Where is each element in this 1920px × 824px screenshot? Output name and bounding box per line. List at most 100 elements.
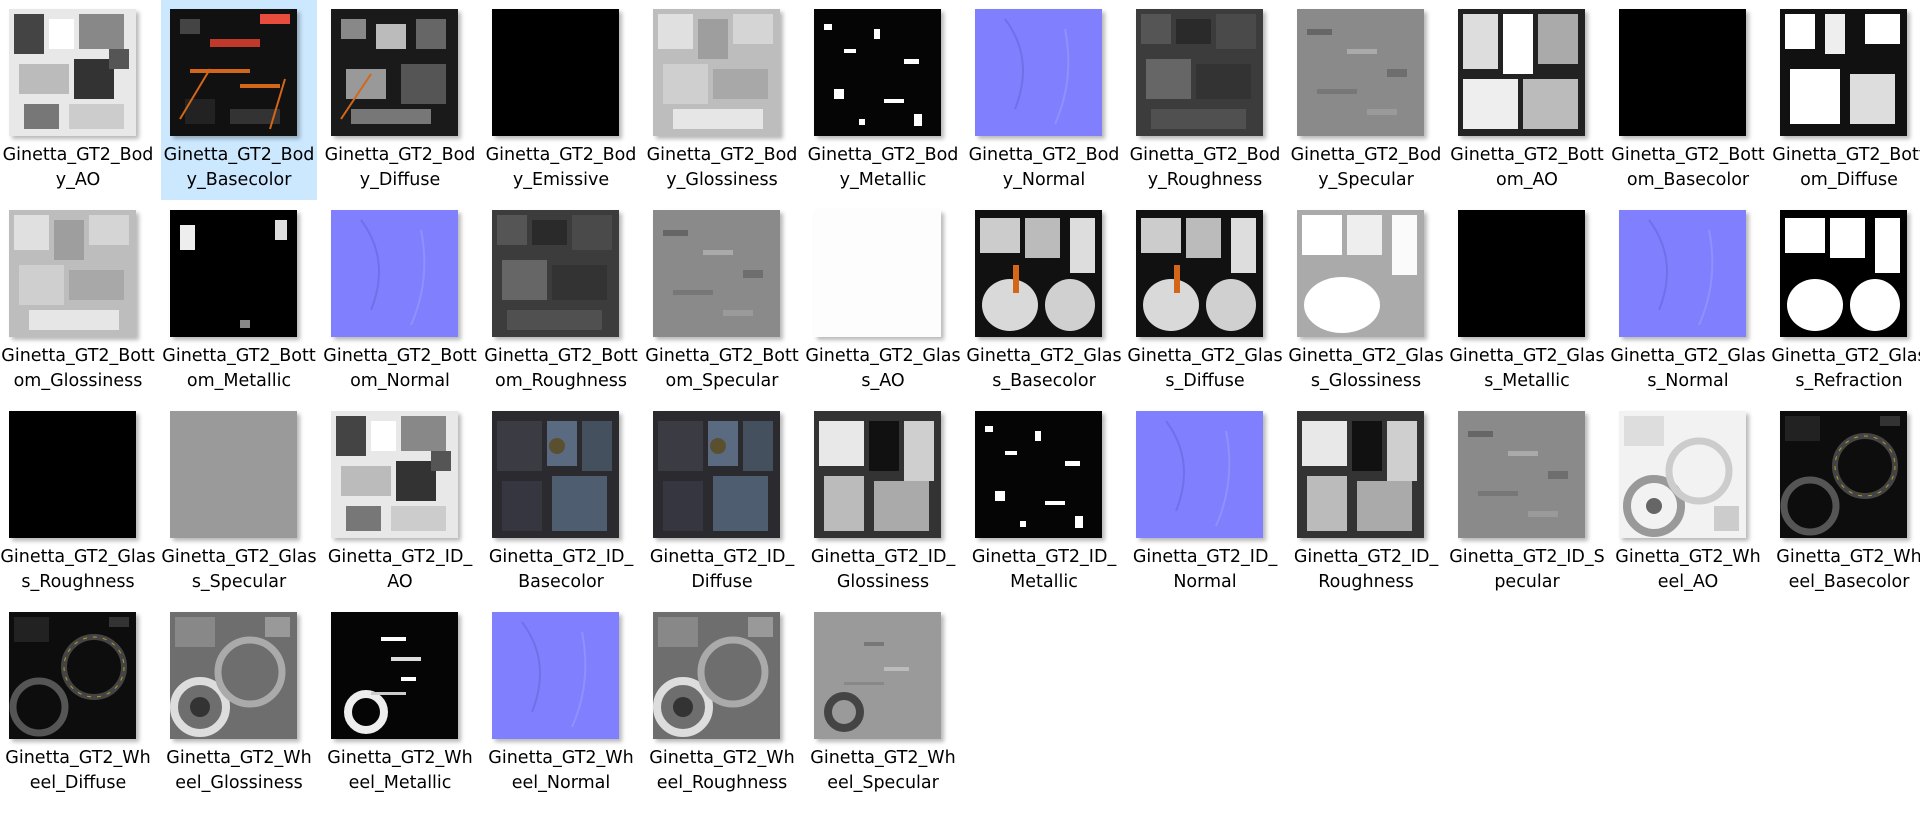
file-item-ginetta-gt2-bottom-basecolor[interactable]: Ginetta_GT2_Bottom_Basecolor (1610, 0, 1766, 200)
file-item-ginetta-gt2-bottom-metallic[interactable]: Ginetta_GT2_Bottom_Metallic (161, 201, 317, 401)
file-item-ginetta-gt2-glass-roughness[interactable]: Ginetta_GT2_Glass_Roughness (0, 402, 156, 602)
file-item-ginetta-gt2-glass-normal[interactable]: Ginetta_GT2_Glass_Normal (1610, 201, 1766, 401)
image-thumbnail (1297, 411, 1424, 538)
file-item-ginetta-gt2-wheel-specular[interactable]: Ginetta_GT2_Wheel_Specular (805, 603, 961, 803)
file-name-label: Ginetta_GT2_ID_Specular (1449, 547, 1605, 592)
file-name-label: Ginetta_GT2_Bottom_Roughness (484, 346, 638, 391)
file-item-ginetta-gt2-id-specular[interactable]: Ginetta_GT2_ID_Specular (1449, 402, 1605, 602)
file-name-label: Ginetta_GT2_Bottom_Basecolor (1611, 145, 1765, 190)
file-item-ginetta-gt2-body-basecolor[interactable]: Ginetta_GT2_Body_Basecolor (161, 0, 317, 200)
image-thumbnail (1619, 411, 1746, 538)
file-name-label: Ginetta_GT2_Body_Emissive (485, 145, 637, 190)
file-item-ginetta-gt2-glass-basecolor[interactable]: Ginetta_GT2_Glass_Basecolor (966, 201, 1122, 401)
file-name-label: Ginetta_GT2_Body_Roughness (1129, 145, 1281, 190)
file-name-label: Ginetta_GT2_ID_Diffuse (649, 547, 795, 592)
file-grid: Ginetta_GT2_Body_AO Ginetta_GT2_Body_Base… (0, 0, 1920, 824)
file-item-ginetta-gt2-body-metallic[interactable]: Ginetta_GT2_Body_Metallic (805, 0, 961, 200)
file-item-ginetta-gt2-id-diffuse[interactable]: Ginetta_GT2_ID_Diffuse (644, 402, 800, 602)
image-thumbnail (331, 9, 458, 136)
image-thumbnail (1619, 210, 1746, 337)
image-thumbnail (492, 411, 619, 538)
file-item-ginetta-gt2-body-roughness[interactable]: Ginetta_GT2_Body_Roughness (1127, 0, 1283, 200)
file-name-label: Ginetta_GT2_Bottom_Normal (323, 346, 477, 391)
file-name-label: Ginetta_GT2_Body_AO (2, 145, 154, 190)
image-thumbnail (1136, 210, 1263, 337)
image-thumbnail (492, 612, 619, 739)
file-name-label: Ginetta_GT2_Wheel_Diffuse (5, 748, 151, 793)
file-item-ginetta-gt2-glass-ao[interactable]: Ginetta_GT2_Glass_AO (805, 201, 961, 401)
file-item-ginetta-gt2-wheel-normal[interactable]: Ginetta_GT2_Wheel_Normal (483, 603, 639, 803)
image-thumbnail (653, 210, 780, 337)
file-item-ginetta-gt2-bottom-specular[interactable]: Ginetta_GT2_Bottom_Specular (644, 201, 800, 401)
file-item-ginetta-gt2-id-roughness[interactable]: Ginetta_GT2_ID_Roughness (1288, 402, 1444, 602)
file-item-ginetta-gt2-bottom-normal[interactable]: Ginetta_GT2_Bottom_Normal (322, 201, 478, 401)
file-item-ginetta-gt2-id-normal[interactable]: Ginetta_GT2_ID_Normal (1127, 402, 1283, 602)
file-item-ginetta-gt2-glass-refraction[interactable]: Ginetta_GT2_Glass_Refraction (1771, 201, 1920, 401)
file-name-label: Ginetta_GT2_Body_Basecolor (163, 145, 315, 190)
image-thumbnail (1780, 210, 1907, 337)
file-item-ginetta-gt2-id-ao[interactable]: Ginetta_GT2_ID_AO (322, 402, 478, 602)
image-thumbnail (331, 411, 458, 538)
file-name-label: Ginetta_GT2_Wheel_Roughness (649, 748, 795, 793)
image-thumbnail (814, 612, 941, 739)
image-thumbnail (975, 210, 1102, 337)
file-item-ginetta-gt2-body-ao[interactable]: Ginetta_GT2_Body_AO (0, 0, 156, 200)
file-item-ginetta-gt2-glass-glossiness[interactable]: Ginetta_GT2_Glass_Glossiness (1288, 201, 1444, 401)
file-item-ginetta-gt2-id-metallic[interactable]: Ginetta_GT2_ID_Metallic (966, 402, 1122, 602)
image-thumbnail (1780, 411, 1907, 538)
file-name-label: Ginetta_GT2_Body_Normal (968, 145, 1120, 190)
file-name-label: Ginetta_GT2_Wheel_Basecolor (1776, 547, 1920, 592)
image-thumbnail (492, 210, 619, 337)
image-thumbnail (1297, 9, 1424, 136)
file-item-ginetta-gt2-glass-metallic[interactable]: Ginetta_GT2_Glass_Metallic (1449, 201, 1605, 401)
file-name-label: Ginetta_GT2_Body_Diffuse (324, 145, 476, 190)
file-item-ginetta-gt2-wheel-roughness[interactable]: Ginetta_GT2_Wheel_Roughness (644, 603, 800, 803)
image-thumbnail (170, 612, 297, 739)
image-thumbnail (170, 210, 297, 337)
file-name-label: Ginetta_GT2_Glass_Metallic (1449, 346, 1605, 391)
file-item-ginetta-gt2-body-glossiness[interactable]: Ginetta_GT2_Body_Glossiness (644, 0, 800, 200)
file-item-ginetta-gt2-glass-diffuse[interactable]: Ginetta_GT2_Glass_Diffuse (1127, 201, 1283, 401)
file-name-label: Ginetta_GT2_Body_Specular (1290, 145, 1442, 190)
file-name-label: Ginetta_GT2_ID_Basecolor (488, 547, 634, 592)
file-name-label: Ginetta_GT2_Bottom_Diffuse (1772, 145, 1920, 190)
image-thumbnail (9, 210, 136, 337)
file-item-ginetta-gt2-id-glossiness[interactable]: Ginetta_GT2_ID_Glossiness (805, 402, 961, 602)
file-item-ginetta-gt2-id-basecolor[interactable]: Ginetta_GT2_ID_Basecolor (483, 402, 639, 602)
file-item-ginetta-gt2-body-diffuse[interactable]: Ginetta_GT2_Body_Diffuse (322, 0, 478, 200)
file-item-ginetta-gt2-wheel-basecolor[interactable]: Ginetta_GT2_Wheel_Basecolor (1771, 402, 1920, 602)
file-item-ginetta-gt2-body-normal[interactable]: Ginetta_GT2_Body_Normal (966, 0, 1122, 200)
file-item-ginetta-gt2-wheel-glossiness[interactable]: Ginetta_GT2_Wheel_Glossiness (161, 603, 317, 803)
file-name-label: Ginetta_GT2_Glass_AO (805, 346, 961, 391)
file-item-ginetta-gt2-wheel-diffuse[interactable]: Ginetta_GT2_Wheel_Diffuse (0, 603, 156, 803)
image-thumbnail (331, 210, 458, 337)
file-item-ginetta-gt2-wheel-metallic[interactable]: Ginetta_GT2_Wheel_Metallic (322, 603, 478, 803)
file-item-ginetta-gt2-wheel-ao[interactable]: Ginetta_GT2_Wheel_AO (1610, 402, 1766, 602)
file-name-label: Ginetta_GT2_ID_AO (327, 547, 473, 592)
file-item-ginetta-gt2-body-emissive[interactable]: Ginetta_GT2_Body_Emissive (483, 0, 639, 200)
image-thumbnail (1458, 210, 1585, 337)
file-name-label: Ginetta_GT2_Glass_Roughness (0, 547, 156, 592)
file-item-ginetta-gt2-bottom-diffuse[interactable]: Ginetta_GT2_Bottom_Diffuse (1771, 0, 1920, 200)
file-name-label: Ginetta_GT2_Wheel_Metallic (327, 748, 473, 793)
image-thumbnail (170, 9, 297, 136)
image-thumbnail (814, 210, 941, 337)
image-thumbnail (1780, 9, 1907, 136)
file-item-ginetta-gt2-bottom-glossiness[interactable]: Ginetta_GT2_Bottom_Glossiness (0, 201, 156, 401)
file-name-label: Ginetta_GT2_ID_Roughness (1293, 547, 1439, 592)
image-thumbnail (814, 411, 941, 538)
image-thumbnail (653, 9, 780, 136)
file-item-ginetta-gt2-bottom-ao[interactable]: Ginetta_GT2_Bottom_AO (1449, 0, 1605, 200)
file-name-label: Ginetta_GT2_Glass_Normal (1610, 346, 1766, 391)
file-name-label: Ginetta_GT2_Glass_Diffuse (1127, 346, 1283, 391)
file-item-ginetta-gt2-body-specular[interactable]: Ginetta_GT2_Body_Specular (1288, 0, 1444, 200)
image-thumbnail (814, 9, 941, 136)
file-item-ginetta-gt2-bottom-roughness[interactable]: Ginetta_GT2_Bottom_Roughness (483, 201, 639, 401)
image-thumbnail (9, 612, 136, 739)
file-item-ginetta-gt2-glass-specular[interactable]: Ginetta_GT2_Glass_Specular (161, 402, 317, 602)
file-name-label: Ginetta_GT2_ID_Normal (1132, 547, 1278, 592)
file-name-label: Ginetta_GT2_Wheel_Specular (810, 748, 956, 793)
file-name-label: Ginetta_GT2_Glass_Basecolor (966, 346, 1122, 391)
image-thumbnail (653, 411, 780, 538)
file-name-label: Ginetta_GT2_Glass_Specular (161, 547, 317, 592)
